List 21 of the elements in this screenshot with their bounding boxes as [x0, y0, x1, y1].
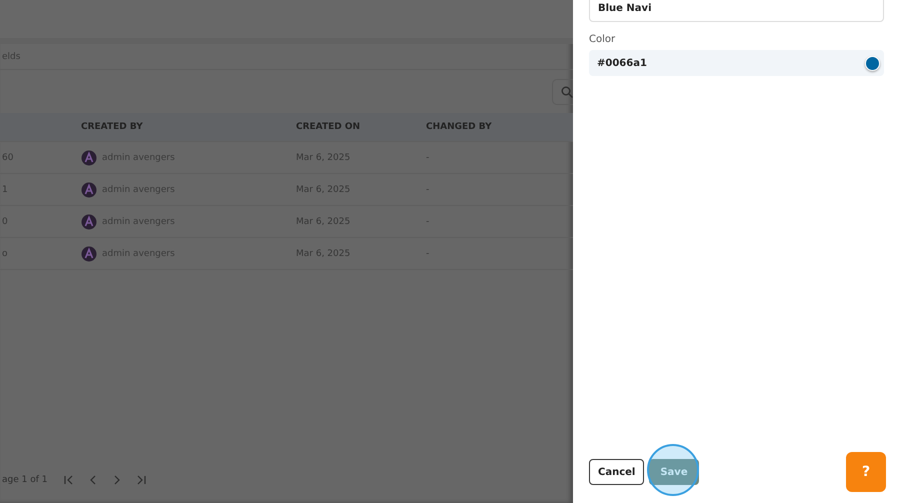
table-cell-text: -	[426, 152, 430, 162]
field-label: Color	[589, 34, 616, 45]
avatar-icon	[81, 246, 97, 262]
column-header: CREATED ON	[296, 122, 362, 132]
first-page-icon[interactable]	[63, 474, 76, 486]
column-header: CREATED BY	[81, 122, 144, 132]
name-field[interactable]: Blue Navi	[589, 0, 884, 22]
page-label: age 1 of 1	[2, 475, 48, 485]
table-cell-text: -	[426, 184, 430, 194]
cancel-button[interactable]: Cancel	[589, 459, 644, 485]
avatar-icon	[81, 214, 97, 230]
table-cell-text: -	[426, 216, 430, 226]
search-icon	[561, 86, 573, 98]
avatar-icon	[81, 182, 97, 198]
column-header: CHANGED BY	[426, 122, 493, 132]
table-cell-text: -	[426, 248, 430, 258]
avatar-icon	[81, 150, 97, 166]
color-swatch[interactable]	[865, 56, 880, 70]
color-value: #0066a1	[597, 58, 647, 68]
last-page-icon[interactable]	[135, 474, 148, 486]
color-field[interactable]: #0066a1	[589, 50, 884, 76]
